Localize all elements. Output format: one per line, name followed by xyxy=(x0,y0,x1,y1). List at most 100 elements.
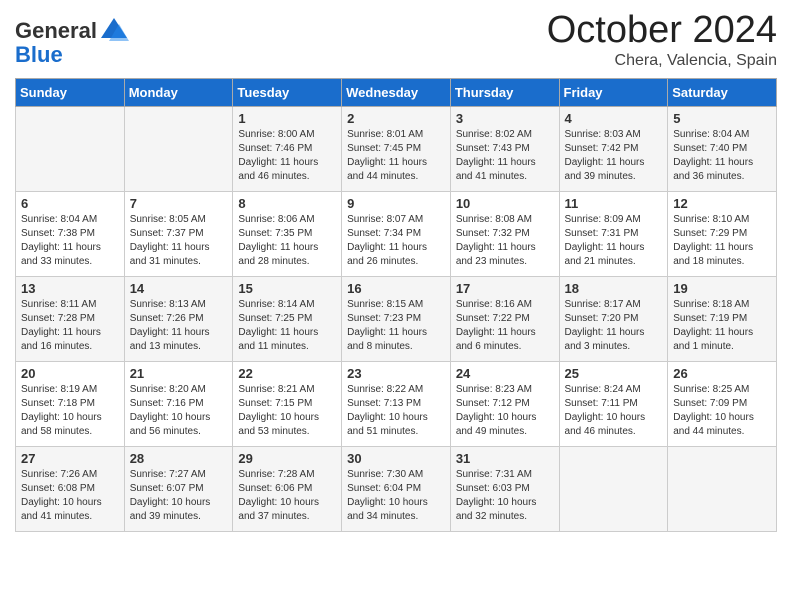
calendar-cell xyxy=(668,446,777,531)
day-info: Sunrise: 8:04 AM Sunset: 7:40 PM Dayligh… xyxy=(673,128,771,184)
calendar-cell: 11 Sunrise: 8:09 AM Sunset: 7:31 PM Dayli… xyxy=(559,191,668,276)
calendar-cell: 4 Sunrise: 8:03 AM Sunset: 7:42 PM Daylig… xyxy=(559,106,668,191)
day-number: 24 xyxy=(456,366,554,381)
day-info: Sunrise: 8:24 AM Sunset: 7:11 PM Dayligh… xyxy=(565,383,663,439)
calendar-week-row: 1 Sunrise: 8:00 AM Sunset: 7:46 PM Daylig… xyxy=(16,106,777,191)
calendar-cell: 20 Sunrise: 8:19 AM Sunset: 7:18 PM Dayli… xyxy=(16,361,125,446)
calendar-cell: 25 Sunrise: 8:24 AM Sunset: 7:11 PM Dayli… xyxy=(559,361,668,446)
day-number: 28 xyxy=(130,451,228,466)
logo-icon xyxy=(99,16,129,46)
day-number: 1 xyxy=(238,111,336,126)
calendar-cell: 28 Sunrise: 7:27 AM Sunset: 6:07 PM Dayli… xyxy=(124,446,233,531)
day-info: Sunrise: 8:13 AM Sunset: 7:26 PM Dayligh… xyxy=(130,298,228,354)
weekday-header: Saturday xyxy=(668,78,777,106)
day-info: Sunrise: 8:04 AM Sunset: 7:38 PM Dayligh… xyxy=(21,213,119,269)
header: General Blue October 2024 Chera, Valenci… xyxy=(15,10,777,70)
calendar-cell: 26 Sunrise: 8:25 AM Sunset: 7:09 PM Dayli… xyxy=(668,361,777,446)
calendar-cell: 29 Sunrise: 7:28 AM Sunset: 6:06 PM Dayli… xyxy=(233,446,342,531)
day-info: Sunrise: 8:17 AM Sunset: 7:20 PM Dayligh… xyxy=(565,298,663,354)
day-number: 30 xyxy=(347,451,445,466)
calendar-cell: 2Sunrise: 8:01 AM Sunset: 7:45 PM Daylig… xyxy=(342,106,451,191)
day-number: 23 xyxy=(347,366,445,381)
location-title: Chera, Valencia, Spain xyxy=(547,52,777,70)
day-info: Sunrise: 8:23 AM Sunset: 7:12 PM Dayligh… xyxy=(456,383,554,439)
calendar-cell: 19Sunrise: 8:18 AM Sunset: 7:19 PM Dayli… xyxy=(668,276,777,361)
day-number: 22 xyxy=(238,366,336,381)
calendar-cell: 6 Sunrise: 8:04 AM Sunset: 7:38 PM Daylig… xyxy=(16,191,125,276)
day-info: Sunrise: 8:09 AM Sunset: 7:31 PM Dayligh… xyxy=(565,213,663,269)
day-info: Sunrise: 8:03 AM Sunset: 7:42 PM Dayligh… xyxy=(565,128,663,184)
calendar-cell: 14 Sunrise: 8:13 AM Sunset: 7:26 PM Dayli… xyxy=(124,276,233,361)
header-row: SundayMondayTuesdayWednesdayThursdayFrid… xyxy=(16,78,777,106)
day-info: Sunrise: 7:28 AM Sunset: 6:06 PM Dayligh… xyxy=(238,468,336,524)
day-number: 25 xyxy=(565,366,663,381)
day-info: Sunrise: 8:16 AM Sunset: 7:22 PM Dayligh… xyxy=(456,298,554,354)
weekday-header: Monday xyxy=(124,78,233,106)
day-info: Sunrise: 8:02 AM Sunset: 7:43 PM Dayligh… xyxy=(456,128,554,184)
calendar-week-row: 6 Sunrise: 8:04 AM Sunset: 7:38 PM Daylig… xyxy=(16,191,777,276)
calendar-cell xyxy=(16,106,125,191)
day-info: Sunrise: 8:07 AM Sunset: 7:34 PM Dayligh… xyxy=(347,213,445,269)
calendar-cell: 24 Sunrise: 8:23 AM Sunset: 7:12 PM Dayli… xyxy=(450,361,559,446)
day-info: Sunrise: 8:11 AM Sunset: 7:28 PM Dayligh… xyxy=(21,298,119,354)
day-info: Sunrise: 8:06 AM Sunset: 7:35 PM Dayligh… xyxy=(238,213,336,269)
calendar-cell: 17 Sunrise: 8:16 AM Sunset: 7:22 PM Dayli… xyxy=(450,276,559,361)
day-number: 26 xyxy=(673,366,771,381)
calendar-week-row: 27Sunrise: 7:26 AM Sunset: 6:08 PM Dayli… xyxy=(16,446,777,531)
calendar-cell: 13 Sunrise: 8:11 AM Sunset: 7:28 PM Dayli… xyxy=(16,276,125,361)
day-info: Sunrise: 7:27 AM Sunset: 6:07 PM Dayligh… xyxy=(130,468,228,524)
day-info: Sunrise: 8:10 AM Sunset: 7:29 PM Dayligh… xyxy=(673,213,771,269)
day-number: 6 xyxy=(21,196,119,211)
day-number: 4 xyxy=(565,111,663,126)
day-number: 21 xyxy=(130,366,228,381)
day-info: Sunrise: 8:21 AM Sunset: 7:15 PM Dayligh… xyxy=(238,383,336,439)
day-info: Sunrise: 8:25 AM Sunset: 7:09 PM Dayligh… xyxy=(673,383,771,439)
calendar-cell: 30 Sunrise: 7:30 AM Sunset: 6:04 PM Dayli… xyxy=(342,446,451,531)
calendar-cell: 21 Sunrise: 8:20 AM Sunset: 7:16 PM Dayli… xyxy=(124,361,233,446)
day-info: Sunrise: 8:15 AM Sunset: 7:23 PM Dayligh… xyxy=(347,298,445,354)
day-info: Sunrise: 8:01 AM Sunset: 7:45 PM Dayligh… xyxy=(347,128,445,184)
calendar-cell: 23Sunrise: 8:22 AM Sunset: 7:13 PM Dayli… xyxy=(342,361,451,446)
calendar-cell: 5Sunrise: 8:04 AM Sunset: 7:40 PM Daylig… xyxy=(668,106,777,191)
calendar-cell: 27Sunrise: 7:26 AM Sunset: 6:08 PM Dayli… xyxy=(16,446,125,531)
day-number: 11 xyxy=(565,196,663,211)
day-info: Sunrise: 8:19 AM Sunset: 7:18 PM Dayligh… xyxy=(21,383,119,439)
calendar-cell: 12Sunrise: 8:10 AM Sunset: 7:29 PM Dayli… xyxy=(668,191,777,276)
logo: General Blue xyxy=(15,16,129,68)
month-title: October 2024 xyxy=(547,10,777,52)
day-number: 13 xyxy=(21,281,119,296)
calendar-cell: 31Sunrise: 7:31 AM Sunset: 6:03 PM Dayli… xyxy=(450,446,559,531)
day-number: 18 xyxy=(565,281,663,296)
day-number: 3 xyxy=(456,111,554,126)
title-area: October 2024 Chera, Valencia, Spain xyxy=(547,10,777,70)
calendar-cell: 18 Sunrise: 8:17 AM Sunset: 7:20 PM Dayli… xyxy=(559,276,668,361)
calendar-cell: 10Sunrise: 8:08 AM Sunset: 7:32 PM Dayli… xyxy=(450,191,559,276)
logo-general: General xyxy=(15,18,97,44)
calendar-cell: 22 Sunrise: 8:21 AM Sunset: 7:15 PM Dayli… xyxy=(233,361,342,446)
day-number: 27 xyxy=(21,451,119,466)
day-info: Sunrise: 7:31 AM Sunset: 6:03 PM Dayligh… xyxy=(456,468,554,524)
day-info: Sunrise: 8:20 AM Sunset: 7:16 PM Dayligh… xyxy=(130,383,228,439)
calendar-cell: 9Sunrise: 8:07 AM Sunset: 7:34 PM Daylig… xyxy=(342,191,451,276)
day-number: 20 xyxy=(21,366,119,381)
weekday-header: Tuesday xyxy=(233,78,342,106)
calendar-cell: 8 Sunrise: 8:06 AM Sunset: 7:35 PM Daylig… xyxy=(233,191,342,276)
day-info: Sunrise: 8:05 AM Sunset: 7:37 PM Dayligh… xyxy=(130,213,228,269)
day-number: 29 xyxy=(238,451,336,466)
day-info: Sunrise: 8:14 AM Sunset: 7:25 PM Dayligh… xyxy=(238,298,336,354)
day-number: 14 xyxy=(130,281,228,296)
calendar-cell: 3 Sunrise: 8:02 AM Sunset: 7:43 PM Daylig… xyxy=(450,106,559,191)
calendar-week-row: 20 Sunrise: 8:19 AM Sunset: 7:18 PM Dayli… xyxy=(16,361,777,446)
day-info: Sunrise: 8:00 AM Sunset: 7:46 PM Dayligh… xyxy=(238,128,336,184)
weekday-header: Friday xyxy=(559,78,668,106)
calendar-cell: 7Sunrise: 8:05 AM Sunset: 7:37 PM Daylig… xyxy=(124,191,233,276)
day-number: 8 xyxy=(238,196,336,211)
calendar-week-row: 13 Sunrise: 8:11 AM Sunset: 7:28 PM Dayli… xyxy=(16,276,777,361)
day-number: 16 xyxy=(347,281,445,296)
calendar-cell xyxy=(124,106,233,191)
weekday-header: Sunday xyxy=(16,78,125,106)
calendar-cell: 15Sunrise: 8:14 AM Sunset: 7:25 PM Dayli… xyxy=(233,276,342,361)
calendar-table: SundayMondayTuesdayWednesdayThursdayFrid… xyxy=(15,78,777,532)
day-number: 17 xyxy=(456,281,554,296)
day-info: Sunrise: 7:30 AM Sunset: 6:04 PM Dayligh… xyxy=(347,468,445,524)
